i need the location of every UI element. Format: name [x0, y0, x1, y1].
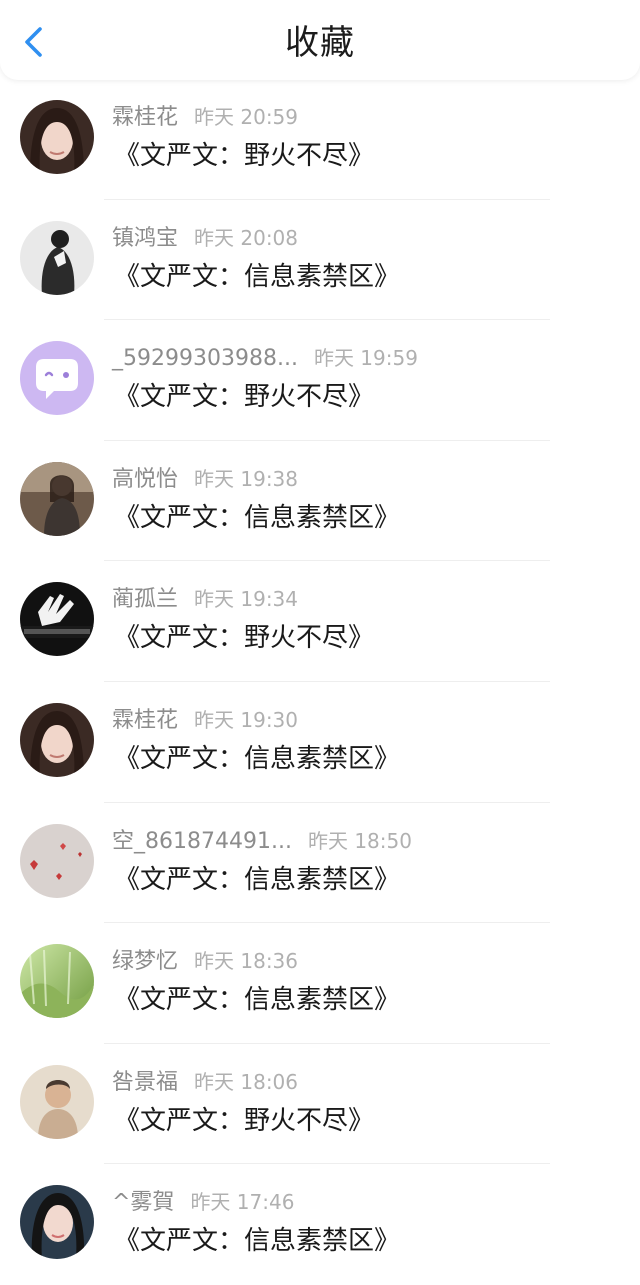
avatar[interactable]: [20, 702, 94, 777]
user-name[interactable]: 绿梦忆: [112, 949, 178, 974]
item-meta: 绿梦忆 昨天 18:36: [112, 947, 298, 976]
avatar[interactable]: [20, 944, 94, 1019]
item-meta: 蔺孤兰 昨天 19:34: [112, 585, 298, 614]
avatar[interactable]: [20, 220, 94, 295]
book-title[interactable]: 《文严文：信息素禁区》: [114, 1224, 400, 1258]
user-name[interactable]: 咎景福: [112, 1070, 178, 1095]
default-avatar-chat-icon: [20, 341, 94, 416]
timestamp: 昨天 18:50: [307, 828, 412, 853]
avatar[interactable]: [20, 823, 94, 898]
book-title[interactable]: 《文严文：野火不尽》: [114, 380, 374, 414]
user-name[interactable]: ^雾賀: [112, 1190, 174, 1215]
list-item[interactable]: 空_861874491... 昨天 18:50 《文严文：信息素禁区》: [0, 803, 640, 924]
list-item[interactable]: 霖桂花 昨天 20:59 《文严文：野火不尽》: [0, 79, 640, 200]
user-avatar-image: [20, 944, 94, 1019]
book-title[interactable]: 《文严文：信息素禁区》: [114, 983, 400, 1017]
avatar[interactable]: [20, 582, 94, 657]
user-name[interactable]: 蔺孤兰: [112, 587, 178, 612]
avatar[interactable]: [20, 1185, 94, 1260]
avatar[interactable]: [20, 100, 94, 174]
book-title[interactable]: 《文严文：信息素禁区》: [114, 260, 400, 294]
user-avatar-image: [20, 702, 94, 777]
list-item[interactable]: 高悦怡 昨天 19:38 《文严文：信息素禁区》: [0, 441, 640, 562]
list-item[interactable]: 咎景福 昨天 18:06 《文严文：野火不尽》: [0, 1044, 640, 1165]
item-meta: 霖桂花 昨天 19:30: [112, 706, 298, 735]
item-meta: 高悦怡 昨天 19:38: [112, 465, 298, 494]
book-title[interactable]: 《文严文：野火不尽》: [114, 139, 374, 173]
user-name[interactable]: 空_861874491...: [112, 829, 292, 854]
timestamp: 昨天 18:06: [194, 1069, 299, 1094]
list-item[interactable]: 镇鸿宝 昨天 20:08 《文严文：信息素禁区》: [0, 200, 640, 321]
user-avatar-image: [20, 582, 94, 657]
book-title[interactable]: 《文严文：野火不尽》: [114, 621, 374, 655]
user-name[interactable]: _59299303988...: [112, 346, 298, 371]
list-item[interactable]: _59299303988... 昨天 19:59 《文严文：野火不尽》: [0, 320, 640, 441]
item-meta: 咎景福 昨天 18:06: [112, 1068, 298, 1097]
timestamp: 昨天 20:08: [194, 225, 299, 250]
item-meta: 霖桂花 昨天 20:59: [112, 103, 298, 132]
book-title[interactable]: 《文严文：野火不尽》: [114, 1104, 374, 1138]
item-meta: _59299303988... 昨天 19:59: [112, 344, 418, 373]
list-item[interactable]: 绿梦忆 昨天 18:36 《文严文：信息素禁区》: [0, 923, 640, 1044]
user-name[interactable]: 霖桂花: [112, 708, 178, 733]
timestamp: 昨天 18:36: [194, 949, 299, 974]
item-meta: 空_861874491... 昨天 18:50: [112, 827, 412, 856]
avatar[interactable]: [20, 461, 94, 536]
book-title[interactable]: 《文严文：信息素禁区》: [114, 501, 400, 535]
user-avatar-image: [20, 1185, 94, 1260]
item-meta: 镇鸿宝 昨天 20:08: [112, 224, 298, 253]
avatar[interactable]: [20, 341, 94, 416]
user-name[interactable]: 霖桂花: [112, 105, 178, 130]
user-avatar-image: [20, 461, 94, 536]
list-item[interactable]: ^雾賀 昨天 17:46 《文严文：信息素禁区》: [0, 1164, 640, 1285]
list-item[interactable]: 蔺孤兰 昨天 19:34 《文严文：野火不尽》: [0, 561, 640, 682]
timestamp: 昨天 19:34: [194, 587, 299, 612]
timestamp: 昨天 19:30: [194, 707, 299, 732]
top-bar: 收藏: [0, 0, 640, 80]
user-avatar-image: [20, 220, 94, 295]
timestamp: 昨天 19:38: [194, 466, 299, 491]
user-name[interactable]: 镇鸿宝: [112, 226, 178, 251]
timestamp: 昨天 17:46: [190, 1190, 295, 1215]
user-avatar-image: [20, 100, 94, 174]
list-item[interactable]: 霖桂花 昨天 19:30 《文严文：信息素禁区》: [0, 682, 640, 803]
user-name[interactable]: 高悦怡: [112, 467, 178, 492]
book-title[interactable]: 《文严文：信息素禁区》: [114, 863, 400, 897]
avatar[interactable]: [20, 1064, 94, 1139]
timestamp: 昨天 19:59: [313, 346, 418, 371]
user-avatar-image: [20, 1064, 94, 1139]
timestamp: 昨天 20:59: [194, 105, 299, 129]
user-avatar-image: [20, 823, 94, 898]
book-title[interactable]: 《文严文：信息素禁区》: [114, 742, 400, 776]
favorites-list: 霖桂花 昨天 20:59 《文严文：野火不尽》 镇鸿宝 昨天 20:08 《文严文：…: [0, 79, 640, 1285]
page-title: 收藏: [285, 23, 355, 63]
item-meta: ^雾賀 昨天 17:46: [112, 1188, 294, 1217]
